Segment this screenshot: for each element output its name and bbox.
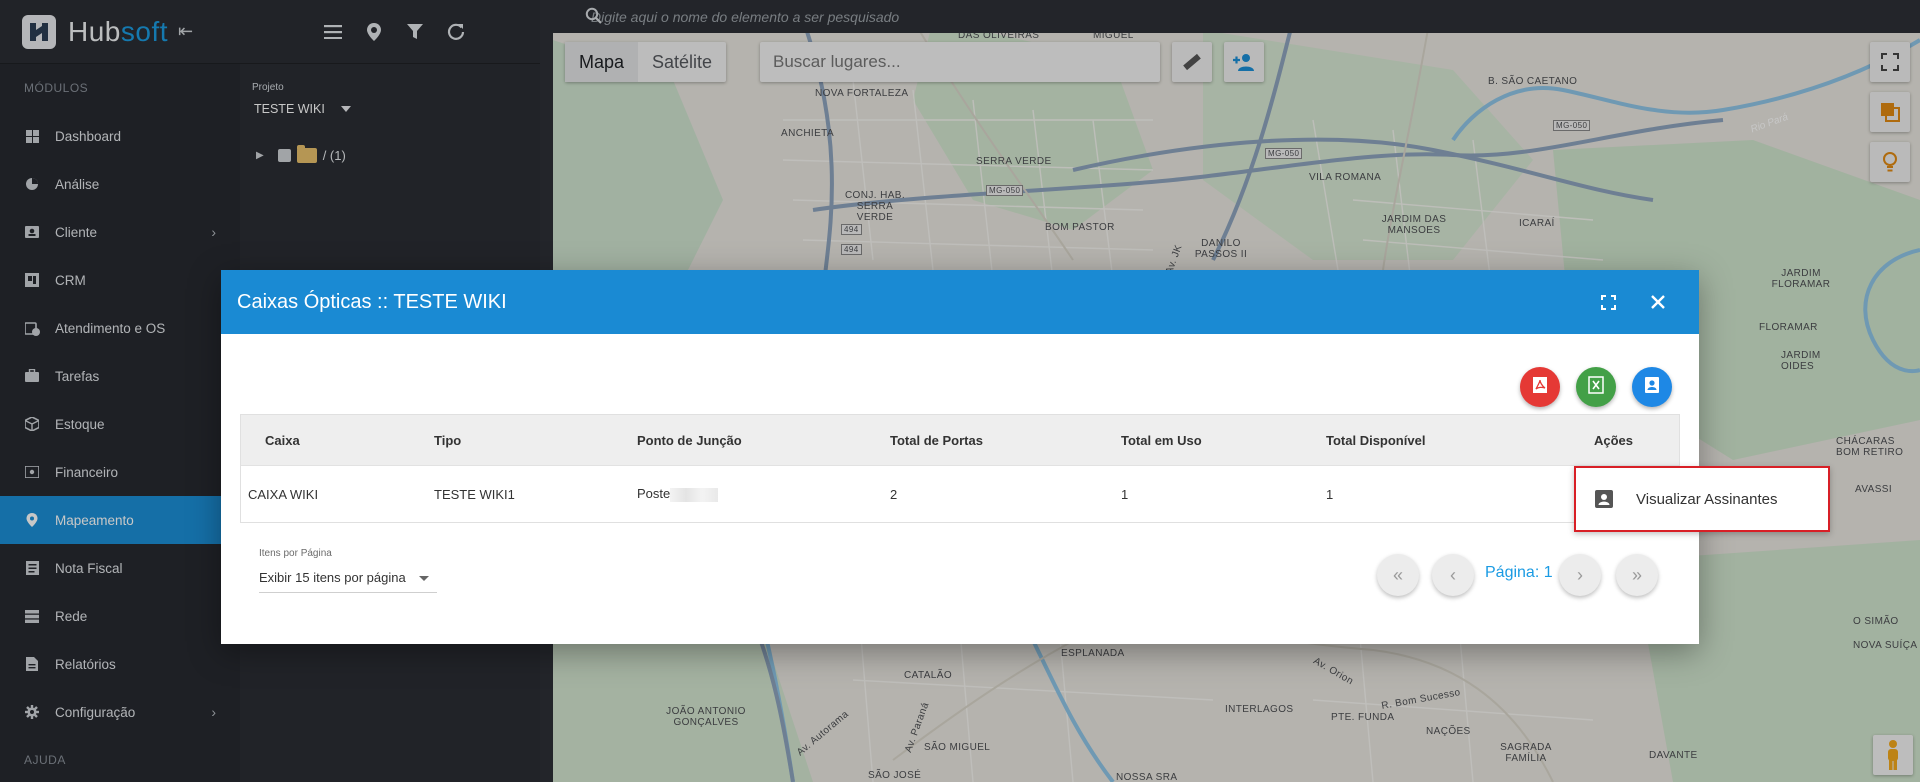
dialog-title: Caixas Ópticas :: TESTE WIKI: [237, 290, 507, 313]
per-page-value: Exibir 15 itens por página: [259, 570, 406, 585]
table-row[interactable]: CAIXA WIKI TESTE WIKI1 Poste 2 1 1: [241, 465, 1679, 522]
pdf-icon: [1531, 376, 1549, 399]
cell-disponivel: 1: [1326, 486, 1334, 502]
cell-caixa: CAIXA WIKI: [248, 486, 319, 502]
column-header-portas: Total de Portas: [890, 432, 983, 448]
row-actions-menu: Visualizar Assinantes: [1574, 466, 1830, 532]
export-excel-button[interactable]: [1576, 367, 1616, 407]
double-chevron-left-icon: «: [1392, 564, 1403, 585]
optical-boxes-table: Caixa Tipo Ponto de Junção Total de Port…: [240, 414, 1680, 523]
redacted-text: [670, 487, 719, 502]
cell-uso: 1: [1121, 486, 1129, 502]
export-pdf-button[interactable]: [1520, 367, 1560, 407]
last-page-button[interactable]: »: [1616, 554, 1658, 596]
cell-tipo: TESTE WIKI1: [434, 486, 515, 502]
dialog-header: Caixas Ópticas :: TESTE WIKI: [221, 270, 1699, 334]
table-header: Caixa Tipo Ponto de Junção Total de Port…: [241, 415, 1679, 465]
cell-ponto-text: Poste: [637, 486, 671, 502]
per-page-select[interactable]: Exibir 15 itens por página: [259, 563, 437, 593]
chevron-right-icon: ›: [1577, 564, 1583, 585]
cell-ponto: Poste: [637, 486, 719, 502]
chevron-left-icon: ‹: [1450, 564, 1456, 585]
column-header-disponivel: Total Disponível: [1326, 432, 1426, 448]
excel-icon: [1587, 375, 1605, 399]
view-subscribers-menu-item[interactable]: Visualizar Assinantes: [1636, 491, 1777, 508]
cell-portas: 2: [890, 486, 898, 502]
contact-card-icon: [1643, 376, 1661, 399]
column-header-acoes: Ações: [1594, 432, 1634, 448]
column-header-uso: Total em Uso: [1121, 432, 1202, 448]
column-header-ponto: Ponto de Junção: [637, 432, 742, 448]
maximize-icon[interactable]: [1596, 290, 1620, 314]
first-page-button[interactable]: «: [1377, 554, 1419, 596]
caret-down-icon: [419, 576, 429, 581]
next-page-button[interactable]: ›: [1559, 554, 1601, 596]
page-indicator: Página: 1: [1485, 564, 1553, 581]
contact-card-icon: [1594, 489, 1614, 509]
optical-boxes-dialog: Caixas Ópticas :: TESTE WIKI Caixa Tipo …: [221, 270, 1699, 644]
double-chevron-right-icon: »: [1631, 564, 1642, 585]
close-icon[interactable]: [1646, 290, 1670, 314]
subscribers-button[interactable]: [1632, 367, 1672, 407]
column-header-caixa: Caixa: [265, 432, 300, 448]
per-page-label: Itens por Página: [259, 548, 332, 559]
column-header-tipo: Tipo: [434, 432, 462, 448]
prev-page-button[interactable]: ‹: [1432, 554, 1474, 596]
